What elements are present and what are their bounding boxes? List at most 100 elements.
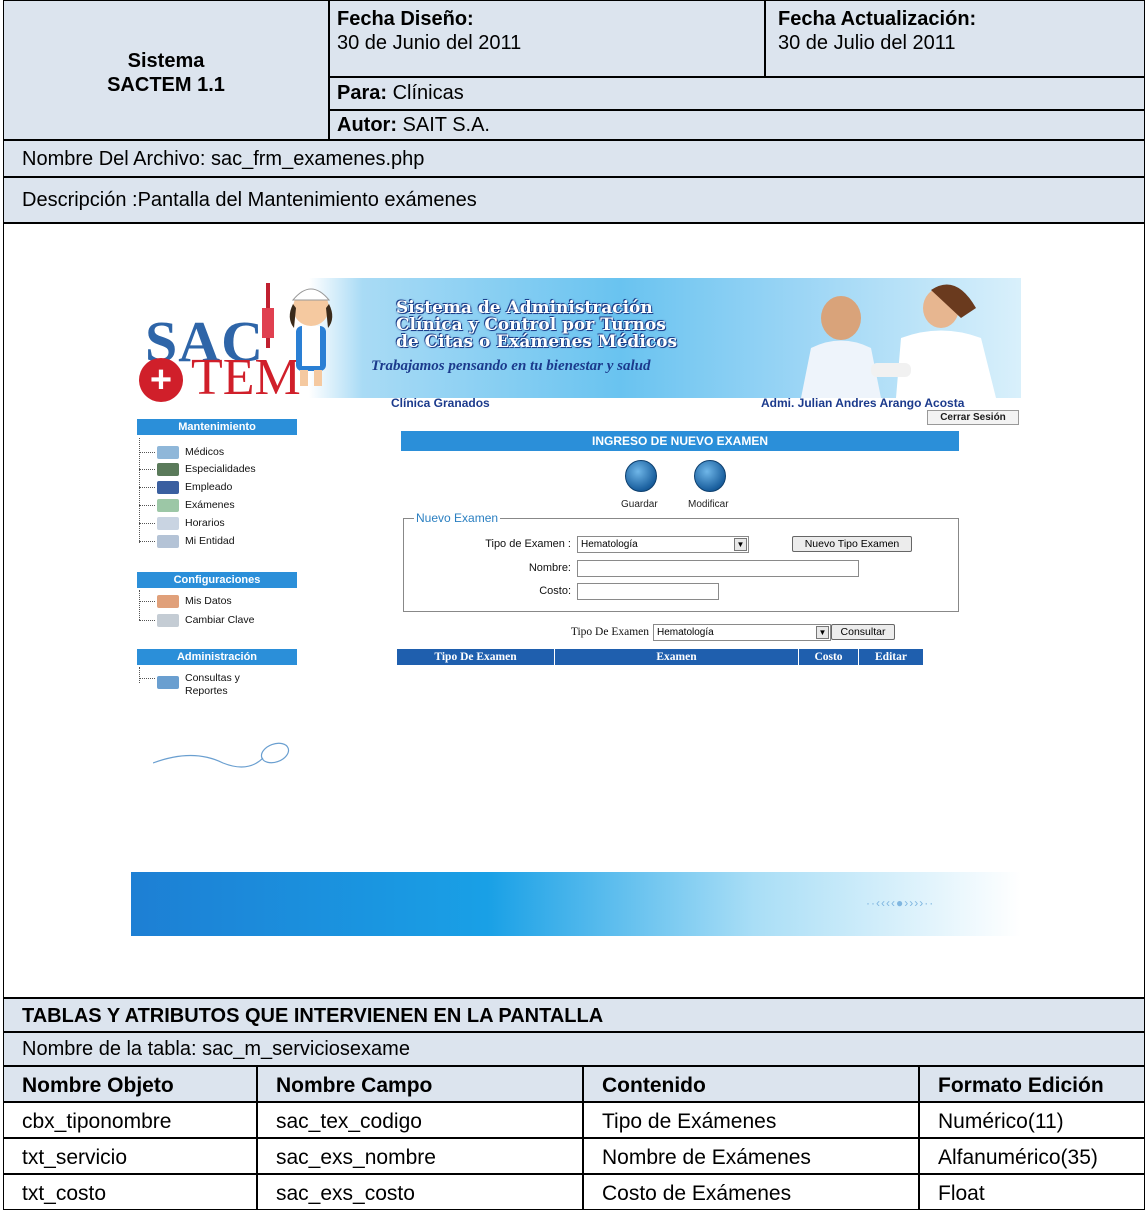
chevron-down-icon: ▼: [816, 626, 829, 639]
exam-type-label: Tipo de Examen :: [485, 538, 571, 550]
design-date-cell: Fecha Diseño: 30 de Junio del 2011: [329, 0, 765, 77]
banner-title: Sistema de Administración Clínica y Cont…: [396, 300, 756, 351]
exam-type-select[interactable]: Hematología ▼: [577, 536, 749, 553]
table-cell: cbx_tiponombre: [3, 1102, 257, 1138]
menu-item-label: Horarios: [185, 517, 225, 529]
table-cell: Nombre de Exámenes: [583, 1138, 919, 1174]
mouse-decoration-icon: [153, 742, 290, 768]
audience-cell: Para: Clínicas: [329, 77, 1145, 110]
doctor-icon: [157, 445, 179, 459]
edit-button[interactable]: [694, 460, 726, 492]
menu-item-label: Reportes: [185, 685, 228, 697]
table-cell: txt_costo: [3, 1174, 257, 1210]
table-cell: Tipo de Exámenes: [583, 1102, 919, 1138]
design-date-label: Fecha Diseño:: [337, 8, 474, 30]
table-cell: Alfanumérico(35): [919, 1138, 1145, 1174]
system-version: SACTEM 1.1: [107, 74, 225, 96]
table-cell: sac_exs_nombre: [257, 1138, 583, 1174]
table-cell: sac_exs_costo: [257, 1174, 583, 1210]
results-grid-header: Tipo De Examen Examen Costo Editar: [397, 649, 923, 665]
menu-item-label: Médicos: [185, 446, 225, 458]
menu-item-label: Cambiar Clave: [185, 614, 255, 626]
table-cell: Numérico(11): [919, 1102, 1145, 1138]
filter-type-select[interactable]: Hematología ▼: [653, 624, 831, 641]
menu-item-medicos[interactable]: Médicos: [139, 444, 224, 461]
search-button[interactable]: Consultar: [831, 624, 895, 640]
logout-button[interactable]: Cerrar Sesión: [927, 410, 1019, 425]
col-header-format: Formato Edición: [919, 1066, 1145, 1102]
col-header-field: Nombre Campo: [257, 1066, 583, 1102]
new-exam-legend: Nuevo Examen: [414, 511, 501, 525]
system-cell: Sistema SACTEM 1.1: [3, 0, 329, 140]
red-cross-icon: +: [139, 358, 183, 402]
menu-item-label-block: Consultas y Reportes: [185, 672, 240, 698]
app-footer-bar: ··‹‹‹‹●››››··: [131, 872, 1021, 936]
key-icon: [157, 613, 179, 627]
table-cell: Costo de Exámenes: [583, 1174, 919, 1210]
menu-item-label: Consultas y: [185, 672, 240, 684]
cost-label: Costo:: [539, 585, 571, 597]
app-banner: SAC + TEM Sistema de Administración Clín…: [131, 278, 1021, 404]
menu-section-configuraciones: Configuraciones: [137, 572, 297, 588]
chevron-down-icon: ▼: [734, 538, 747, 551]
description-row: Descripción :Pantalla del Mantenimiento …: [3, 177, 1145, 223]
calendar-icon: [157, 516, 179, 530]
grid-col-exam-type: Tipo De Examen: [397, 649, 555, 665]
menu-item-examenes[interactable]: Exámenes: [139, 497, 235, 514]
update-date-label: Fecha Actualización:: [778, 8, 977, 30]
update-date-value: 30 de Julio del 2011: [778, 32, 956, 54]
menu-item-horarios[interactable]: Horarios: [139, 515, 225, 532]
edit-button-label: Modificar: [688, 499, 729, 510]
users-icon: [157, 594, 179, 608]
audience-label: Para:: [337, 82, 388, 104]
name-input[interactable]: [577, 560, 859, 577]
file-name-row: Nombre Del Archivo: sac_frm_examenes.php: [3, 140, 1145, 177]
chart-icon: [157, 676, 179, 689]
menu-item-mis-datos[interactable]: Mis Datos: [139, 593, 232, 610]
admin-user-name: Admi. Julian Andres Arango Acosta: [761, 396, 965, 410]
grid-col-edit: Editar: [875, 651, 907, 663]
form-title: INGRESO DE NUEVO EXAMEN: [401, 431, 959, 451]
save-button-label: Guardar: [621, 499, 658, 510]
author-value: SAIT S.A.: [402, 114, 490, 136]
menu-section-administracion: Administración: [137, 649, 297, 665]
system-label: Sistema: [127, 50, 205, 72]
employee-icon: [157, 480, 179, 494]
menu-item-cambiar-clave[interactable]: Cambiar Clave: [139, 612, 254, 629]
design-date-value: 30 de Junio del 2011: [337, 32, 522, 54]
menu-item-mi-entidad[interactable]: Mi Entidad: [139, 533, 235, 550]
author-label: Autor:: [337, 114, 397, 136]
app-screenshot: SAC + TEM Sistema de Administración Clín…: [131, 278, 1021, 936]
menu-item-empleado[interactable]: Empleado: [139, 479, 232, 496]
new-exam-type-button[interactable]: Nuevo Tipo Examen: [792, 536, 912, 552]
update-date-cell: Fecha Actualización: 30 de Julio del 201…: [765, 0, 1145, 77]
banner-slogan: Trabajamos pensando en tu bienestar y sa…: [371, 358, 651, 374]
cost-input[interactable]: [577, 583, 719, 600]
doctor-patient-photo-icon: [801, 284, 996, 398]
col-header-content: Contenido: [583, 1066, 919, 1102]
menu-section-mantenimiento: Mantenimiento: [137, 419, 297, 435]
menu-item-label: Especialidades: [185, 463, 256, 475]
table-cell: txt_servicio: [3, 1138, 257, 1174]
menu-item-label: Exámenes: [185, 499, 235, 511]
menu-item-label: Mi Entidad: [185, 535, 235, 547]
exam-icon: [157, 498, 179, 512]
filter-type-value: Hematología: [657, 627, 714, 638]
banner-title-line: de Citas o Exámenes Médicos: [396, 332, 678, 352]
grid-col-cost: Costo: [799, 649, 859, 665]
clinic-name: Clínica Granados: [391, 396, 490, 410]
exam-type-value: Hematología: [581, 539, 638, 550]
menu-item-consultas-reportes[interactable]: Consultas y Reportes: [139, 672, 240, 700]
table-cell: Float: [919, 1174, 1145, 1210]
footer-dots-decoration: ··‹‹‹‹●››››··: [866, 896, 935, 910]
save-button[interactable]: [625, 460, 657, 492]
monitor-icon: [157, 462, 179, 476]
col-header-object: Nombre Objeto: [3, 1066, 257, 1102]
author-cell: Autor: SAIT S.A.: [329, 110, 1145, 140]
tables-section-title: TABLAS Y ATRIBUTOS QUE INTERVIENEN EN LA…: [3, 998, 1145, 1032]
building-icon: [157, 534, 179, 548]
table-name-row: Nombre de la tabla: sac_m_serviciosexame: [3, 1032, 1145, 1066]
audience-value: Clínicas: [392, 82, 464, 104]
menu-item-label: Mis Datos: [185, 595, 232, 607]
menu-item-especialidades[interactable]: Especialidades: [139, 461, 256, 478]
